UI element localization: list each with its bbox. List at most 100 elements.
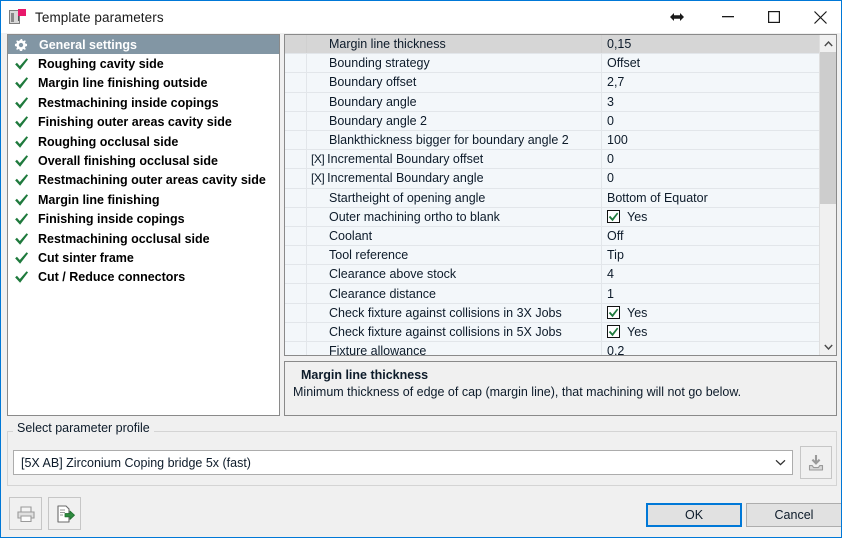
sidebar-item-12[interactable]: Cut / Reduce connectors	[8, 268, 279, 287]
maximize-icon[interactable]	[751, 2, 797, 33]
table-row[interactable]: Margin line thickness 0,15	[285, 35, 819, 55]
sidebar-item-label: Roughing occlusal side	[38, 134, 179, 149]
scroll-down-icon[interactable]	[820, 338, 836, 355]
table-row[interactable]: Bounding strategy Offset	[285, 54, 819, 74]
printer-icon	[16, 505, 35, 522]
sidebar-item-1[interactable]: Roughing cavity side	[8, 54, 279, 73]
scroll-up-icon[interactable]	[820, 35, 836, 52]
parameter-value-cell[interactable]: 2,7	[602, 73, 819, 92]
parameter-grid[interactable]: Margin line thickness 0,15 Bounding strate…	[284, 34, 837, 356]
parameter-value-cell[interactable]: 4	[602, 265, 819, 284]
sidebar-item-2[interactable]: Margin line finishing outside	[8, 74, 279, 93]
parameter-profile-select[interactable]: [5X AB] Zirconium Coping bridge 5x (fast…	[13, 450, 793, 475]
parameter-value-label: 0,2	[607, 344, 625, 355]
parameter-value-cell[interactable]: 0	[602, 111, 819, 130]
check-icon	[10, 76, 32, 90]
check-icon	[10, 135, 32, 149]
parameter-value-cell[interactable]: 0	[602, 169, 819, 188]
sidebar-item-label: Cut sinter frame	[38, 250, 134, 265]
parameter-value-cell[interactable]: Bottom of Equator	[602, 188, 819, 207]
table-row[interactable]: Boundary offset 2,7	[285, 73, 819, 93]
resize-horizontal-icon[interactable]	[649, 2, 705, 33]
sidebar-item-6[interactable]: Overall finishing occlusal side	[8, 151, 279, 170]
parameter-value-label: 100	[607, 133, 628, 148]
table-row[interactable]: [X] Incremental Boundary angle 0	[285, 169, 819, 189]
table-row[interactable]: Boundary angle 3	[285, 92, 819, 112]
incremental-flag-icon: [X]	[311, 152, 325, 167]
minimize-icon[interactable]	[705, 2, 751, 33]
cancel-button[interactable]: Cancel	[746, 503, 841, 527]
dialog-body: General settings Roughing cavity side Marg…	[1, 33, 841, 418]
sidebar-item-11[interactable]: Cut sinter frame	[8, 248, 279, 267]
table-row[interactable]: Check fixture against collisions in 5X J…	[285, 322, 819, 342]
sidebar-item-9[interactable]: Finishing inside copings	[8, 210, 279, 229]
parameter-name-cell: Coolant	[307, 226, 602, 246]
row-gutter	[285, 246, 307, 265]
sidebar-item-7[interactable]: Restmachining outer areas cavity side	[8, 171, 279, 190]
sidebar-item-4[interactable]: Finishing outer areas cavity side	[8, 113, 279, 132]
check-icon	[10, 115, 32, 129]
table-row[interactable]: Clearance above stock 4	[285, 265, 819, 285]
parameter-value-cell[interactable]: 0,2	[602, 342, 819, 355]
sidebar-item-8[interactable]: Margin line finishing	[8, 190, 279, 209]
scrollbar-thumb[interactable]	[820, 52, 836, 204]
sidebar-item-0[interactable]: General settings	[8, 35, 279, 55]
sidebar-item-5[interactable]: Roughing occlusal side	[8, 132, 279, 151]
parameter-name-cell: Margin line thickness	[307, 35, 602, 54]
sidebar-item-label: Overall finishing occlusal side	[38, 154, 218, 169]
row-gutter	[285, 111, 307, 130]
parameter-name-cell: Boundary offset	[307, 73, 602, 92]
parameter-name-label: Margin line thickness	[329, 37, 446, 52]
table-row[interactable]: Fixture allowance 0,2	[285, 342, 819, 355]
parameter-value-cell[interactable]: 0,15	[602, 35, 819, 54]
table-row[interactable]: Boundary angle 2 0	[285, 111, 819, 131]
table-row[interactable]: Startheight of opening angle Bottom of Eq…	[285, 188, 819, 208]
export-document-icon	[56, 504, 75, 523]
row-gutter	[285, 169, 307, 188]
parameter-value-cell[interactable]: 1	[602, 284, 819, 303]
checkbox-icon[interactable]	[607, 210, 620, 224]
checkbox-icon[interactable]	[607, 306, 620, 320]
parameter-name-cell: Outer machining ortho to blank	[307, 207, 602, 226]
check-icon	[10, 212, 32, 226]
parameter-value-cell[interactable]: Yes	[602, 207, 819, 226]
job-list[interactable]: General settings Roughing cavity side Marg…	[7, 34, 280, 416]
parameter-name-cell: Clearance distance	[307, 284, 602, 303]
parameter-value-cell[interactable]: Offset	[602, 54, 819, 73]
table-row[interactable]: Coolant Off	[285, 226, 819, 247]
parameter-value-label: 0	[607, 152, 614, 167]
table-row[interactable]: Check fixture against collisions in 3X J…	[285, 303, 819, 323]
export-button[interactable]	[48, 497, 81, 530]
description-title: Margin line thickness	[301, 368, 429, 382]
table-row[interactable]: Clearance distance 1	[285, 284, 819, 304]
table-row[interactable]: [X] Incremental Boundary offset 0	[285, 150, 819, 170]
checkbox-icon[interactable]	[607, 325, 620, 339]
parameter-value-cell[interactable]: Yes	[602, 303, 819, 322]
row-gutter	[285, 322, 307, 341]
chevron-down-icon[interactable]	[768, 451, 792, 474]
import-profile-button[interactable]	[800, 446, 832, 479]
parameter-value-cell[interactable]: 0	[602, 150, 819, 169]
parameter-profile-value: [5X AB] Zirconium Coping bridge 5x (fast…	[21, 455, 251, 470]
sidebar-item-3[interactable]: Restmachining inside copings	[8, 93, 279, 112]
sidebar-item-10[interactable]: Restmachining occlusal side	[8, 229, 279, 248]
ok-button[interactable]: OK	[646, 503, 742, 527]
parameter-value-cell[interactable]: 3	[602, 92, 819, 111]
sidebar-item-label: Finishing outer areas cavity side	[38, 115, 232, 130]
parameter-grid-scrollbar[interactable]	[819, 35, 836, 355]
template-parameters-icon	[8, 8, 26, 26]
parameter-value-cell[interactable]: Yes	[602, 322, 819, 341]
parameter-value-cell[interactable]: Off	[602, 226, 819, 246]
table-row[interactable]: Outer machining ortho to blank Yes	[285, 207, 819, 227]
close-icon[interactable]	[797, 2, 841, 33]
print-button[interactable]	[9, 497, 42, 530]
parameter-name-label: Clearance above stock	[329, 267, 457, 282]
parameter-value-cell[interactable]: Tip	[602, 246, 819, 265]
parameter-name-cell: Startheight of opening angle	[307, 188, 602, 207]
parameter-value-cell[interactable]: 100	[602, 130, 819, 150]
parameter-value-label: Off	[607, 228, 624, 243]
check-icon	[10, 173, 32, 187]
parameter-name-cell: Boundary angle	[307, 92, 602, 111]
table-row[interactable]: Blankthickness bigger for boundary angle…	[285, 130, 819, 151]
table-row[interactable]: Tool reference Tip	[285, 246, 819, 266]
